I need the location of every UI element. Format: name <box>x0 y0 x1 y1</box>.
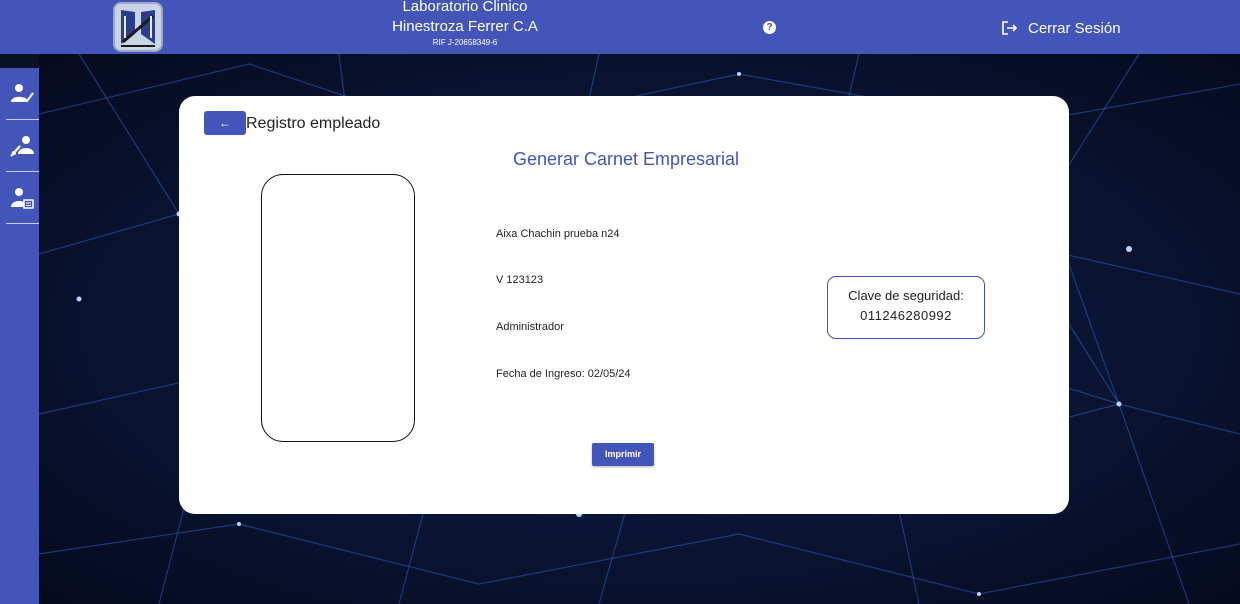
logout-label: Cerrar Sesión <box>1028 19 1121 37</box>
security-code-value: 011246280992 <box>860 308 952 323</box>
security-code-box: Clave de seguridad: 011246280992 <box>827 276 985 339</box>
page-title: Registro empleado <box>246 115 381 132</box>
brand-title-line1: Laboratorio Clinico <box>402 0 528 15</box>
medical-staff-icon <box>10 136 34 157</box>
employee-card-panel: ← Registro empleado Generar Carnet Empre… <box>179 96 1069 514</box>
brand-rif: RIF J-20658349-6 <box>432 38 498 47</box>
card-heading: Generar Carnet Empresarial <box>512 149 740 169</box>
user-settings-icon <box>11 188 34 209</box>
photo-placeholder <box>261 174 415 442</box>
top-bar: Laboratorio Clinico Hinestroza Ferrer C.… <box>0 0 1240 54</box>
company-brand: Laboratorio Clinico Hinestroza Ferrer C.… <box>360 0 570 48</box>
help-icon[interactable]: ? <box>763 21 776 34</box>
employee-name: Aixa Chachin prueba n24 <box>496 228 620 240</box>
sidebar-item-medical-staff[interactable] <box>0 120 39 172</box>
logout-button[interactable]: Cerrar Sesión <box>1002 18 1121 38</box>
employee-id: V 123123 <box>496 274 544 286</box>
sidebar <box>0 68 39 604</box>
security-code-label: Clave de seguridad: <box>848 288 964 303</box>
back-button[interactable]: ← <box>204 111 246 135</box>
hire-date: Fecha de Ingreso: 02/05/24 <box>496 368 631 380</box>
employee-role: Administrador <box>496 321 564 333</box>
sidebar-item-user-settings[interactable] <box>0 172 39 224</box>
sidebar-divider <box>6 223 39 224</box>
brand-title-line2: Hinestroza Ferrer C.A <box>392 18 538 35</box>
print-button[interactable]: Imprimir <box>592 443 654 466</box>
sidebar-item-user-check[interactable] <box>0 68 39 120</box>
logout-icon <box>1002 21 1018 35</box>
user-check-icon <box>11 84 34 103</box>
company-logo <box>113 2 163 52</box>
